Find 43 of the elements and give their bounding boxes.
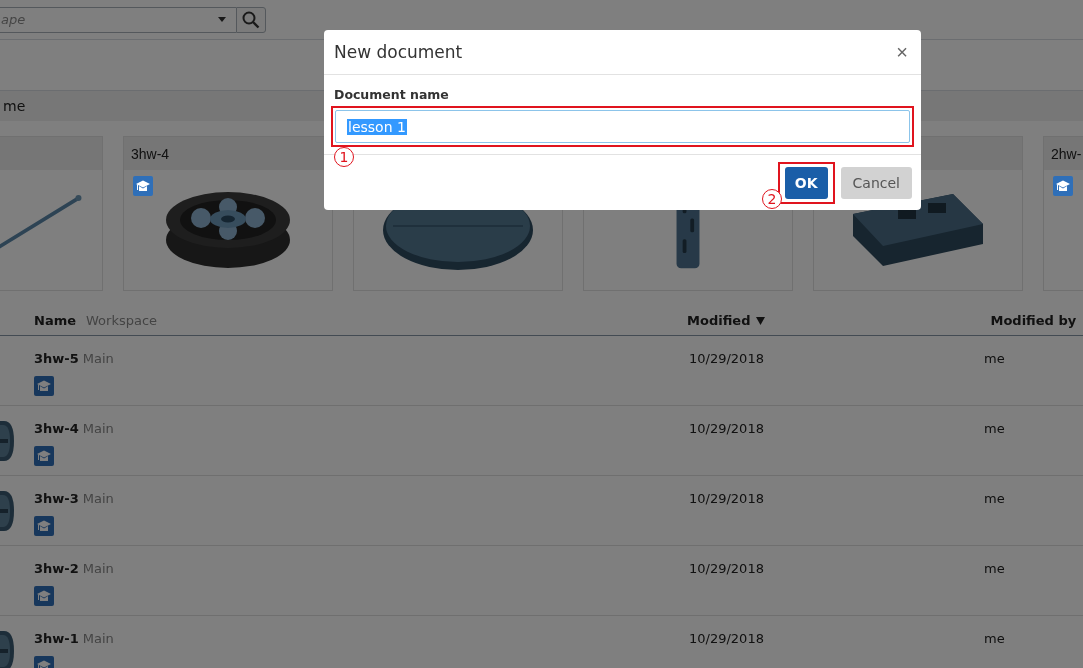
document-name[interactable]: 3hw-1 [34, 631, 79, 646]
modified-by: me [984, 350, 1005, 366]
search-icon [242, 10, 260, 29]
document-name[interactable]: 3hw-5 [34, 351, 79, 366]
cancel-button[interactable]: Cancel [840, 166, 912, 199]
workspace-name: Main [82, 561, 114, 576]
modified-date: 10/29/2018 [689, 630, 765, 646]
search-input[interactable]: ape [0, 12, 218, 27]
step-number: 2 [762, 189, 782, 209]
ok-button[interactable]: OK [784, 166, 828, 199]
workspace-name: Main [82, 351, 114, 366]
close-button[interactable]: × [893, 42, 911, 62]
card-title: 3hw-4 [131, 145, 170, 162]
dialog-title: New document [334, 42, 463, 62]
modified-by: me [984, 490, 1005, 506]
field-label: Document name [333, 87, 450, 102]
modified-by: me [984, 420, 1005, 436]
column-header[interactable]: Workspace [86, 313, 158, 328]
workspace-name: Main [82, 491, 114, 506]
dropdown-caret-icon[interactable] [218, 17, 226, 22]
modified-date: 10/29/2018 [689, 350, 765, 366]
modified-date: 10/29/2018 [689, 560, 765, 576]
card-title: 2hw- [1051, 145, 1082, 162]
modified-by: me [984, 630, 1005, 646]
modified-date: 10/29/2018 [689, 420, 765, 436]
column-header[interactable]: Modified by [990, 313, 1077, 328]
document-name[interactable]: 3hw-4 [34, 421, 79, 436]
modified-date: 10/29/2018 [689, 490, 765, 506]
document-name[interactable]: 3hw-2 [34, 561, 79, 576]
modified-by: me [984, 560, 1005, 576]
sort-descending-icon [756, 316, 766, 325]
search-field[interactable]: ape [0, 6, 236, 33]
filter-text: me [3, 98, 26, 114]
document-name[interactable]: 3hw-3 [34, 491, 79, 506]
document-name-field[interactable]: lesson 1 [335, 110, 910, 143]
column-header[interactable]: Modified [687, 313, 766, 328]
workspace-name: Main [82, 631, 114, 646]
document-card[interactable]: 3hw-4 [123, 136, 333, 291]
column-header[interactable]: Name [34, 313, 76, 328]
workspace-name: Main [82, 421, 114, 436]
search-button[interactable] [236, 6, 266, 33]
step-number: 1 [334, 147, 354, 167]
document-card[interactable]: 2hw- [1043, 136, 1083, 291]
